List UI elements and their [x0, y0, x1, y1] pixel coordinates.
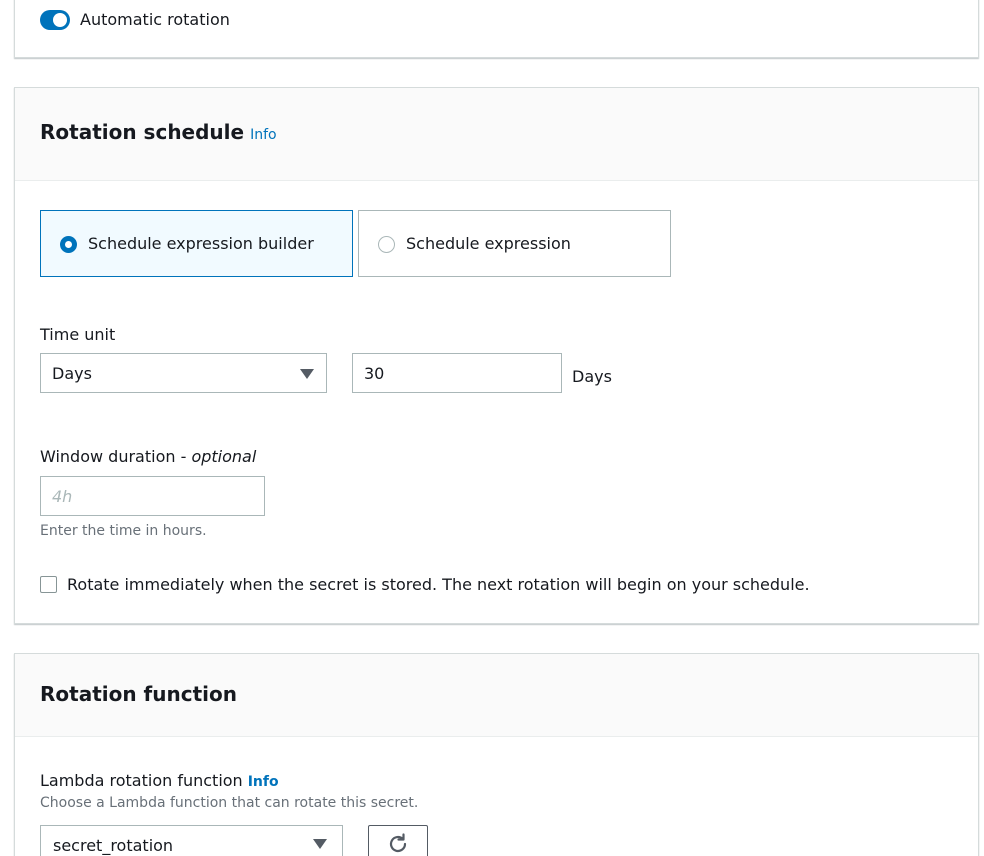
refresh-icon [389, 833, 407, 853]
schedule-expression-tile[interactable]: Schedule expression [358, 210, 671, 277]
window-duration-label-text: Window duration - [40, 447, 192, 466]
time-unit-label: Time unit [40, 325, 116, 344]
rotation-function-header: Rotation function [15, 654, 978, 737]
rotation-schedule-title-text: Rotation schedule [40, 120, 245, 144]
time-unit-value: Days [52, 364, 92, 383]
rotation-schedule-header: Rotation schedule Info [15, 88, 978, 181]
lambda-rotation-function-label-text: Lambda rotation function [40, 771, 243, 790]
schedule-expression-builder-tile[interactable]: Schedule expression builder [40, 210, 353, 277]
schedule-expression-builder-radio[interactable] [60, 236, 77, 253]
rotation-interval-input[interactable]: 30 [352, 353, 562, 393]
rotation-function-title: Rotation function [40, 682, 237, 706]
lambda-function-select[interactable]: secret_rotation [40, 825, 343, 856]
rotation-schedule-info-link[interactable]: Info [250, 127, 277, 143]
rotation-schedule-title: Rotation schedule Info [40, 120, 277, 144]
window-duration-placeholder: 4h [52, 487, 73, 506]
toggle-knob [53, 13, 67, 27]
schedule-expression-builder-label: Schedule expression builder [88, 234, 314, 253]
schedule-expression-radio[interactable] [378, 236, 395, 253]
rotate-immediately-label: Rotate immediately when the secret is st… [67, 575, 810, 594]
time-unit-select[interactable]: Days [40, 353, 327, 393]
rotation-interval-value: 30 [364, 364, 385, 383]
automatic-rotation-panel: Automatic rotation [14, 0, 979, 58]
lambda-function-value: secret_rotation [53, 836, 174, 855]
caret-down-icon [313, 839, 327, 849]
lambda-rotation-function-description: Choose a Lambda function that can rotate… [40, 795, 419, 811]
lambda-rotation-function-label: Lambda rotation function Info [40, 771, 279, 790]
lambda-info-link[interactable]: Info [248, 774, 279, 790]
caret-down-icon [300, 369, 314, 379]
window-duration-label: Window duration - optional [40, 447, 256, 466]
rotation-interval-suffix: Days [572, 367, 612, 386]
refresh-button[interactable] [368, 825, 428, 856]
automatic-rotation-label: Automatic rotation [80, 10, 230, 29]
automatic-rotation-toggle[interactable] [40, 10, 70, 30]
schedule-expression-label: Schedule expression [406, 234, 571, 253]
window-duration-input[interactable]: 4h [40, 476, 265, 516]
rotate-immediately-checkbox[interactable] [40, 576, 57, 593]
window-duration-optional: optional [191, 447, 257, 466]
window-duration-hint: Enter the time in hours. [40, 523, 207, 539]
